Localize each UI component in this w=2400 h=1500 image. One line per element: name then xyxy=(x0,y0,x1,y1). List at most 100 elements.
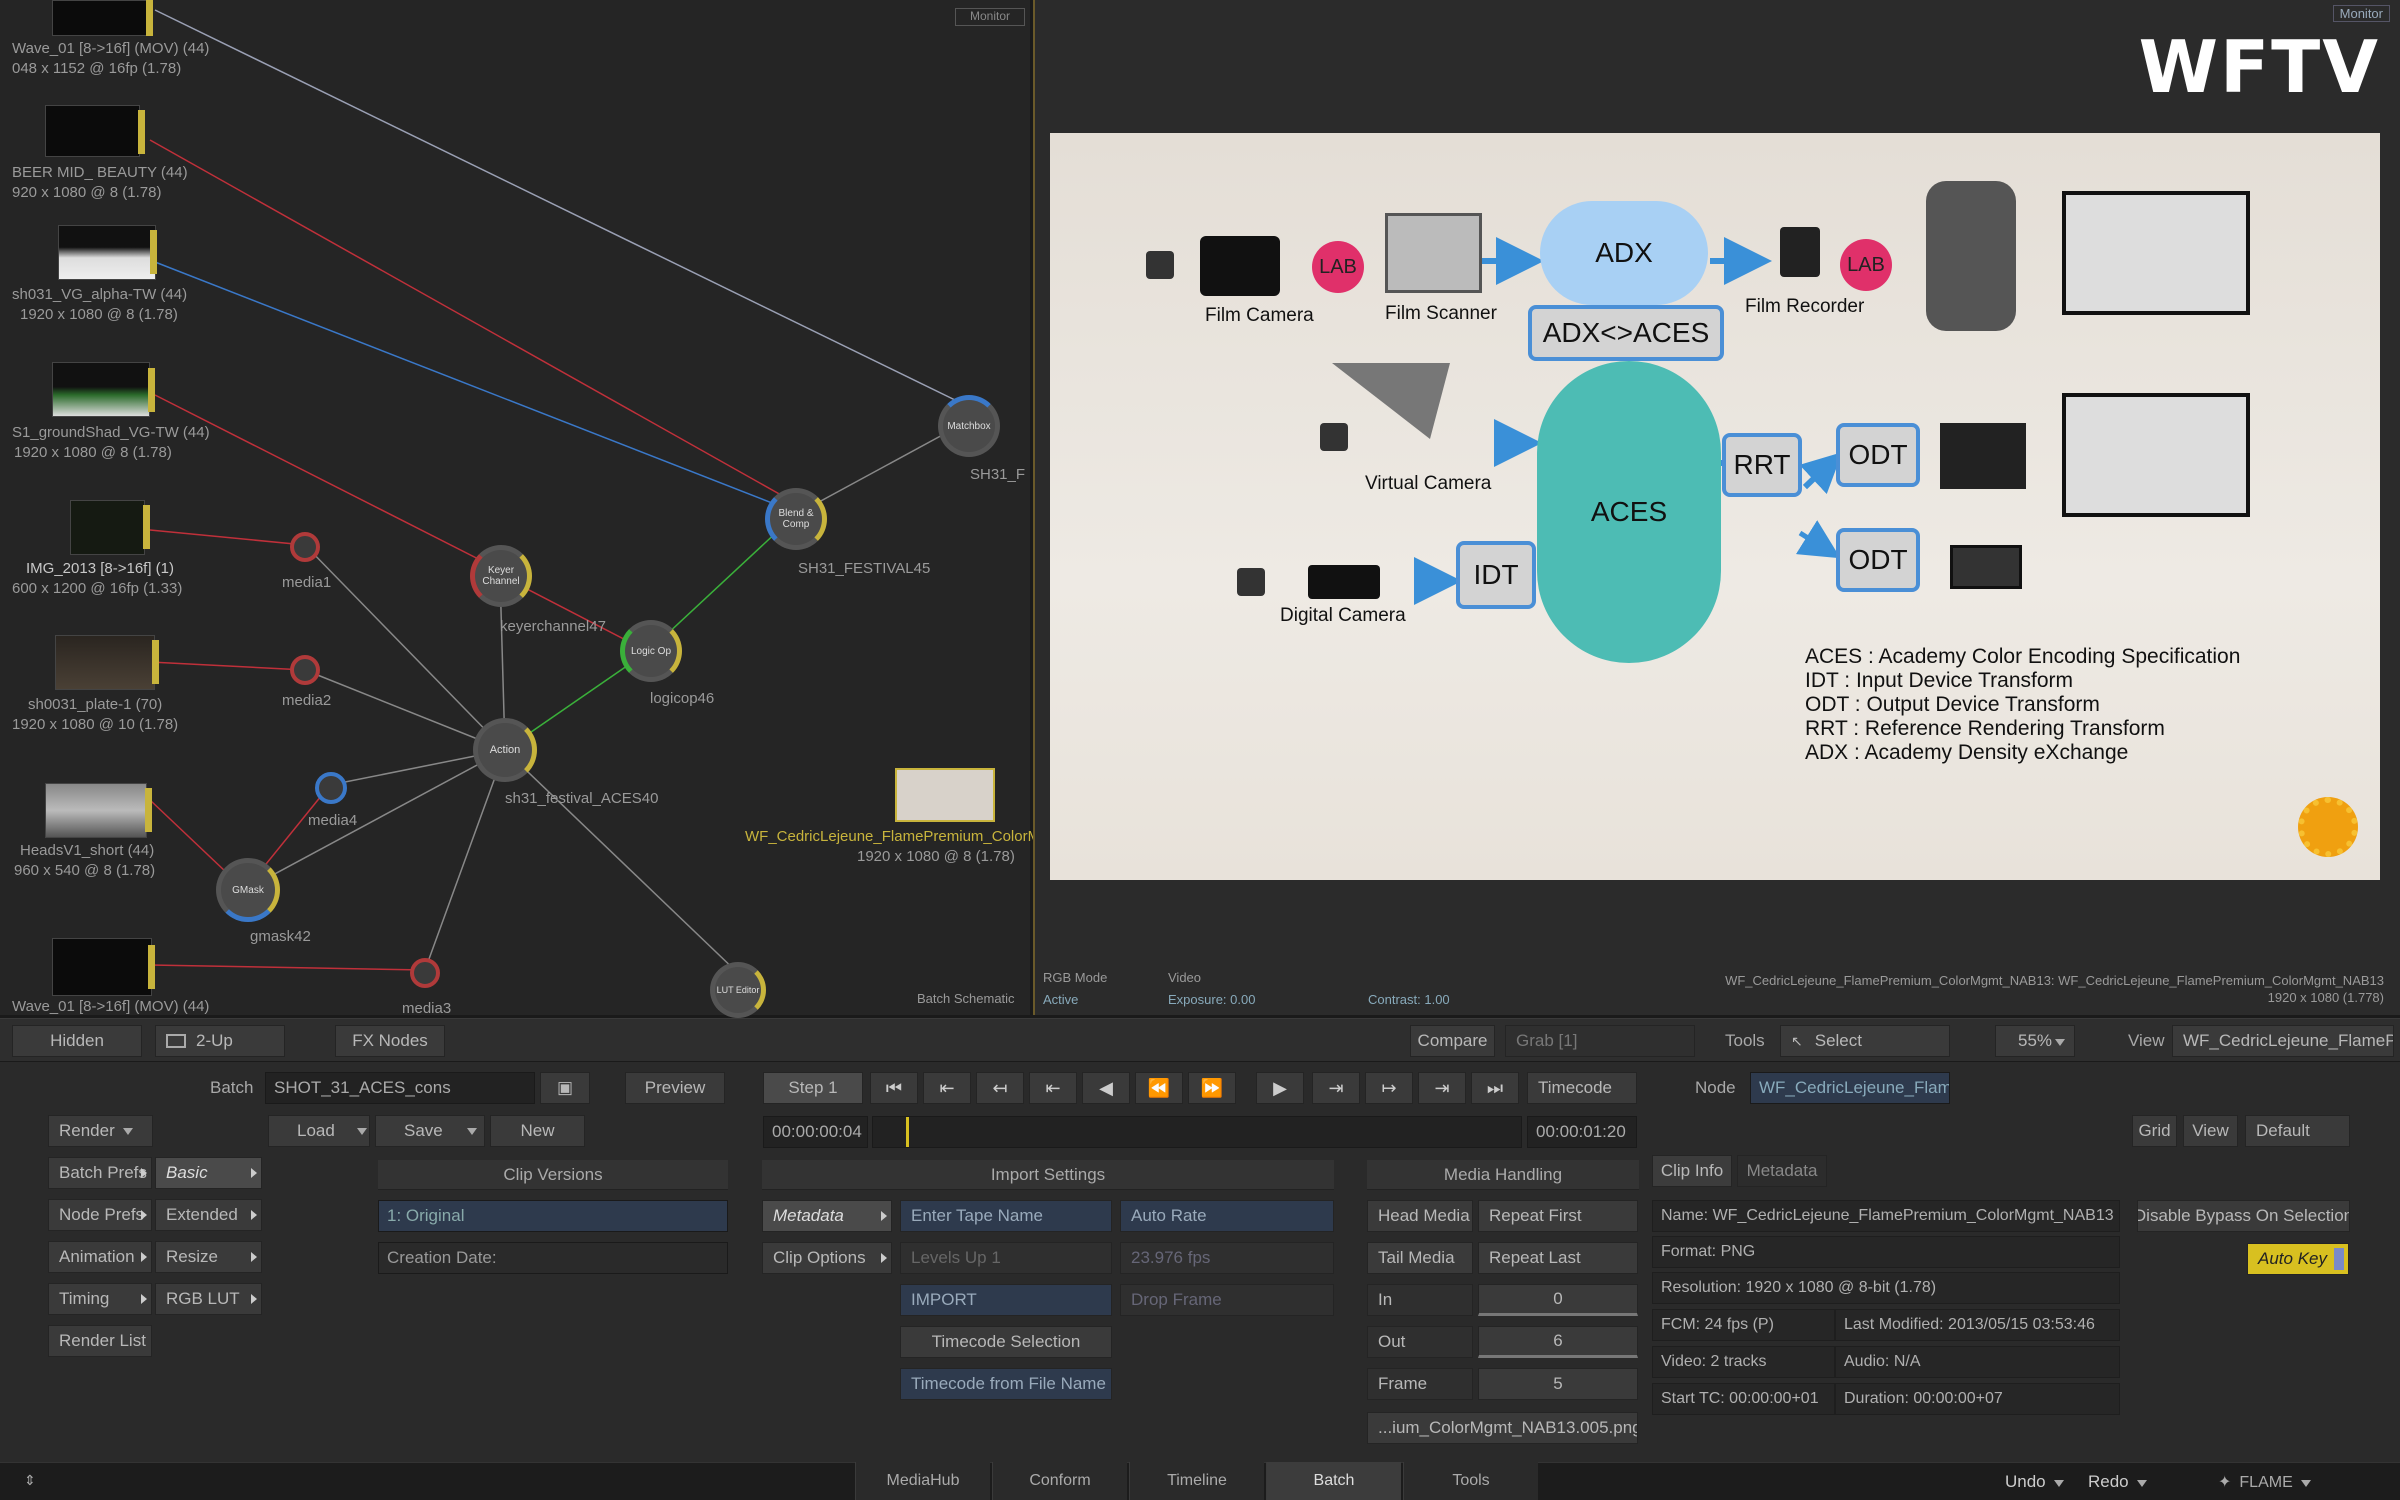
timecode-from-file-button[interactable]: Timecode from File Name xyxy=(900,1368,1112,1400)
clip-options-button[interactable]: Clip Options xyxy=(762,1242,892,1274)
repeat-last-dropdown[interactable]: Repeat Last xyxy=(1478,1242,1638,1274)
tab-mediahub[interactable]: MediaHub xyxy=(855,1462,990,1500)
fx-nodes-button[interactable]: FX Nodes xyxy=(335,1025,445,1057)
clip-thumbnail[interactable] xyxy=(45,783,147,838)
go-to-start-icon[interactable]: ⏮ xyxy=(870,1072,918,1104)
step-button[interactable]: Step 1 xyxy=(763,1072,863,1104)
timeline-scrubber[interactable] xyxy=(872,1116,1522,1148)
node-prefs-button[interactable]: Node Prefs xyxy=(48,1199,152,1231)
animation-button[interactable]: Animation xyxy=(48,1241,152,1273)
metadata-tab[interactable]: Metadata xyxy=(1737,1155,1827,1187)
chevron-down-icon[interactable] xyxy=(2055,1039,2065,1046)
expand-icon[interactable]: ⇕ xyxy=(24,1472,36,1489)
end-timecode[interactable]: 00:00:01:20 xyxy=(1527,1116,1637,1148)
enter-tape-name-field[interactable]: Enter Tape Name xyxy=(900,1200,1112,1232)
batch-schematic[interactable]: Monitor Wave_01 [8->16f] (MOV) (44) 048 … xyxy=(0,0,1040,1018)
timecode-button[interactable]: Timecode xyxy=(1527,1072,1637,1104)
levels-dropdown[interactable]: Levels Up 1 xyxy=(900,1242,1112,1274)
timing-button[interactable]: Timing xyxy=(48,1283,152,1315)
action-node[interactable]: Action xyxy=(473,718,537,782)
drop-frame-toggle[interactable]: Drop Frame xyxy=(1120,1284,1334,1316)
render-button[interactable]: Render xyxy=(48,1115,153,1147)
clip-thumbnail[interactable] xyxy=(55,635,155,690)
flame-menu[interactable]: ✦ FLAME xyxy=(2218,1472,2311,1492)
select-tool-button[interactable]: ↖ Select xyxy=(1780,1025,1950,1057)
load-button[interactable]: Load xyxy=(268,1115,370,1147)
clip-thumbnail[interactable] xyxy=(58,225,156,280)
node-name-field[interactable]: WF_CedricLejeune_FlamePremi xyxy=(1750,1072,1950,1104)
prev-edit-icon[interactable]: ⇤ xyxy=(1029,1072,1077,1104)
batch-name-field[interactable]: SHOT_31_ACES_cons xyxy=(265,1072,535,1104)
compare-button[interactable]: Compare xyxy=(1410,1025,1495,1057)
tab-timeline[interactable]: Timeline xyxy=(1129,1462,1264,1500)
fps-dropdown[interactable]: 23.976 fps xyxy=(1120,1242,1334,1274)
resize-button[interactable]: Resize xyxy=(155,1241,262,1273)
import-button[interactable]: IMPORT xyxy=(900,1284,1112,1316)
chevron-right-icon xyxy=(251,1252,257,1262)
play-reverse-icon[interactable]: ◀ xyxy=(1082,1072,1130,1104)
default-dropdown[interactable]: Default xyxy=(2245,1115,2350,1147)
redo-button[interactable]: Redo xyxy=(2088,1472,2147,1492)
preview-button[interactable]: Preview xyxy=(625,1072,725,1104)
undo-button[interactable]: Undo xyxy=(2005,1472,2064,1492)
save-button[interactable]: Save xyxy=(375,1115,485,1147)
current-timecode[interactable]: 00:00:00:04 xyxy=(763,1116,868,1148)
gmask-node[interactable]: GMask xyxy=(216,858,280,922)
prev-keyframe-icon[interactable]: ⇤ xyxy=(923,1072,971,1104)
grab-button[interactable]: Grab [1] xyxy=(1505,1025,1695,1057)
tab-conform[interactable]: Conform xyxy=(992,1462,1127,1500)
rgb-lut-button[interactable]: RGB LUT xyxy=(155,1283,262,1315)
blend-comp-node[interactable]: Blend & Comp xyxy=(765,488,827,550)
basic-label: Basic xyxy=(166,1163,208,1182)
matchbox-node[interactable]: Matchbox xyxy=(938,395,1000,457)
in-value-field[interactable]: 0 xyxy=(1478,1284,1638,1316)
clip-thumbnail[interactable] xyxy=(52,362,150,417)
basic-tab-button[interactable]: Basic xyxy=(155,1157,262,1189)
step-back-icon[interactable]: ⏪ xyxy=(1135,1072,1183,1104)
disable-bypass-button[interactable]: Disable Bypass On Selection xyxy=(2137,1200,2350,1232)
next-mark-icon[interactable]: ↦ xyxy=(1365,1072,1413,1104)
new-button[interactable]: New xyxy=(490,1115,585,1147)
tab-tools[interactable]: Tools xyxy=(1403,1462,1538,1500)
view-dropdown[interactable]: WF_CedricLejeune_FlamePr xyxy=(2172,1025,2394,1057)
render-list-button[interactable]: Render List xyxy=(48,1325,152,1357)
camera-icon: ▣ xyxy=(556,1078,574,1097)
lut-editor-node[interactable]: LUT Editor xyxy=(710,962,766,1018)
auto-key-toggle[interactable]: Auto Key xyxy=(2247,1243,2349,1275)
camera-button[interactable]: ▣ xyxy=(540,1072,590,1104)
keyer-channel-node[interactable]: Keyer Channel xyxy=(470,545,532,607)
output-clip-thumbnail[interactable] xyxy=(895,768,995,822)
media3-node[interactable] xyxy=(410,958,440,988)
clip-thumbnail[interactable] xyxy=(45,105,140,157)
filename-field[interactable]: ...ium_ColorMgmt_NAB13.005.png xyxy=(1367,1412,1638,1444)
media1-node[interactable] xyxy=(290,532,320,562)
two-up-button[interactable]: 2-Up xyxy=(155,1025,285,1057)
version-item[interactable]: 1: Original xyxy=(378,1200,728,1232)
hidden-button[interactable]: Hidden xyxy=(12,1025,142,1057)
timecode-selection-button[interactable]: Timecode Selection xyxy=(900,1326,1112,1358)
prev-mark-icon[interactable]: ↤ xyxy=(976,1072,1024,1104)
media2-node[interactable] xyxy=(290,655,320,685)
grid-button[interactable]: Grid xyxy=(2132,1115,2177,1147)
tab-batch[interactable]: Batch xyxy=(1266,1462,1401,1500)
next-edit-icon[interactable]: ⇥ xyxy=(1312,1072,1360,1104)
clip-thumbnail[interactable] xyxy=(70,500,145,555)
auto-rate-dropdown[interactable]: Auto Rate xyxy=(1120,1200,1334,1232)
clip-thumbnail[interactable] xyxy=(52,0,152,36)
media4-node[interactable] xyxy=(315,772,347,804)
view-button[interactable]: View xyxy=(2183,1115,2238,1147)
frame-value-field[interactable]: 5 xyxy=(1478,1368,1638,1400)
logic-op-node[interactable]: Logic Op xyxy=(620,620,682,682)
playhead[interactable] xyxy=(905,1117,909,1147)
extended-button[interactable]: Extended xyxy=(155,1199,262,1231)
play-icon[interactable]: ▶ xyxy=(1256,1072,1304,1104)
go-to-end-icon[interactable]: ⏭ xyxy=(1471,1072,1519,1104)
step-forward-icon[interactable]: ⏩ xyxy=(1188,1072,1236,1104)
next-keyframe-icon[interactable]: ⇥ xyxy=(1418,1072,1466,1104)
clip-info-tab[interactable]: Clip Info xyxy=(1652,1155,1732,1187)
metadata-button[interactable]: Metadata xyxy=(762,1200,892,1232)
clip-thumbnail[interactable] xyxy=(52,938,152,996)
batch-prefs-button[interactable]: Batch Prefs xyxy=(48,1157,152,1189)
repeat-first-dropdown[interactable]: Repeat First xyxy=(1478,1200,1638,1232)
out-value-field[interactable]: 6 xyxy=(1478,1326,1638,1358)
